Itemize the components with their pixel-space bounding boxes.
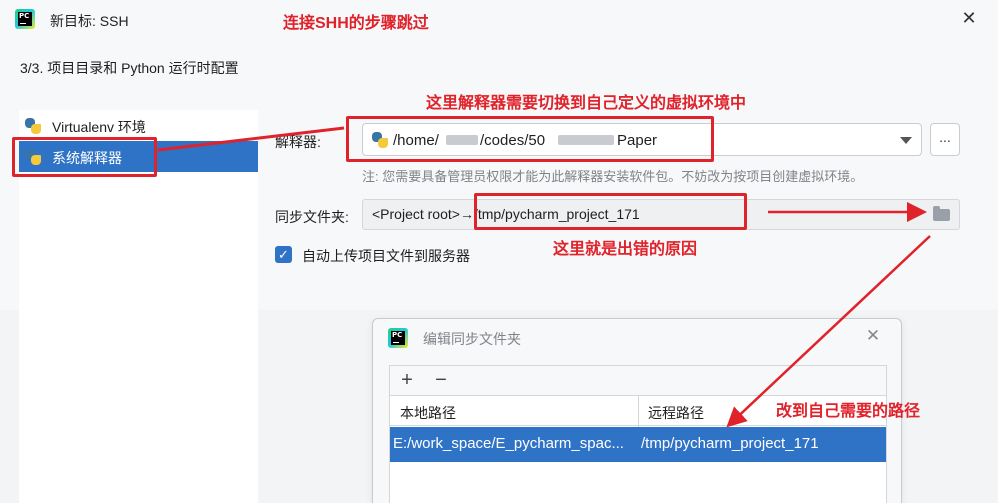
annotation-arrow-remote-path [726, 235, 931, 428]
annotation-arrows [157, 126, 931, 428]
annotation-switch-interpreter: 这里解释器需要切换到自己定义的虚拟环境中 [426, 95, 747, 112]
annotation-error-cause: 这里就是出错的原因 [553, 241, 698, 258]
annotation-skip-ssh: 连接SHH的步骤跳过 [283, 15, 429, 32]
annotation-change-path: 改到自己需要的路径 [776, 403, 921, 420]
annotation-line [157, 126, 345, 152]
